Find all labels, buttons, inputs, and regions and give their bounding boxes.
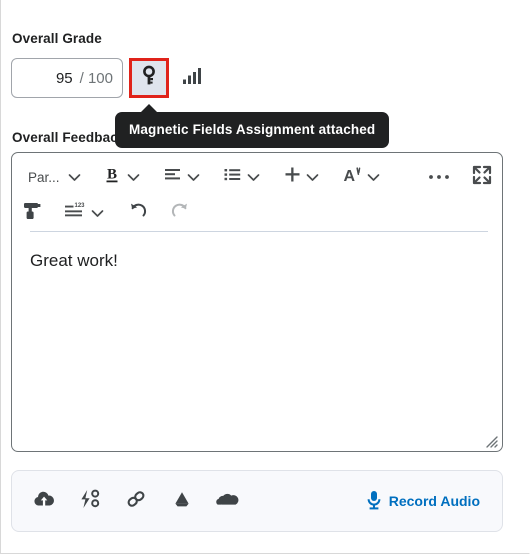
upload-file-button[interactable] [28, 485, 60, 517]
rubric-attachment-button[interactable] [129, 58, 169, 98]
overall-grade-row: 95 / 100 [11, 58, 209, 98]
chevron-down-icon [91, 209, 104, 218]
paragraph-format-dropdown[interactable]: Par... [18, 161, 87, 193]
format-painter-icon [22, 201, 42, 225]
overall-grade-feedback-panel: Overall Grade 95 / 100 Overall Feedback … [0, 0, 530, 554]
record-audio-button[interactable]: Record Audio [366, 490, 486, 513]
overall-grade-label: Overall Grade [12, 31, 102, 46]
bulleted-list-button[interactable] [220, 161, 266, 193]
attachment-icon-group [28, 485, 244, 517]
chevron-down-icon [306, 173, 319, 182]
tooltip-text: Magnetic Fields Assignment attached [129, 122, 376, 137]
redo-icon [170, 201, 190, 226]
chevron-down-icon [127, 173, 140, 182]
bold-icon: B [105, 165, 122, 189]
align-left-button[interactable] [160, 161, 206, 193]
quicklink-icon [79, 489, 101, 514]
undo-icon [128, 201, 148, 226]
chevron-down-icon [247, 173, 260, 182]
svg-text:B: B [107, 167, 117, 183]
fullscreen-button[interactable] [468, 161, 496, 193]
line-numbering-icon: 123 [64, 202, 86, 224]
grade-statistics-button[interactable] [175, 58, 209, 98]
toolbar-row-2: 123 [18, 195, 496, 231]
fullscreen-icon [472, 165, 492, 190]
grade-denominator: / 100 [79, 69, 113, 87]
editor-resize-handle[interactable] [484, 434, 498, 448]
insert-button[interactable] [280, 161, 325, 193]
chevron-down-icon [187, 173, 200, 182]
quicklink-button[interactable] [74, 485, 106, 517]
google-drive-icon [171, 489, 193, 514]
editor-toolbar: Par... B A 123 [12, 153, 502, 232]
grade-input[interactable]: 95 / 100 [11, 58, 123, 98]
overall-feedback-label: Overall Feedback [12, 130, 126, 145]
format-painter-button[interactable] [18, 197, 46, 229]
upload-file-icon [33, 490, 55, 513]
bold-button[interactable]: B [101, 161, 146, 193]
font-style-button[interactable]: A [339, 161, 386, 193]
onedrive-button[interactable] [212, 485, 244, 517]
bulleted-list-icon [224, 167, 242, 188]
microphone-icon [366, 490, 382, 513]
feedback-text-area[interactable]: Great work! [12, 237, 502, 451]
align-left-icon [164, 167, 182, 188]
feedback-editor: Par... B A 123 Great work! [11, 152, 503, 452]
svg-text:123: 123 [75, 203, 86, 209]
tooltip-arrow [140, 104, 158, 113]
more-options-button[interactable] [424, 161, 454, 193]
onedrive-icon [216, 490, 240, 513]
attachment-tooltip: Magnetic Fields Assignment attached [115, 104, 390, 148]
rubric-key-icon [139, 65, 159, 92]
insert-link-button[interactable] [120, 485, 152, 517]
grade-value: 95 [55, 69, 73, 87]
font-accent-icon: A [343, 166, 362, 189]
google-drive-button[interactable] [166, 485, 198, 517]
grade-statistics-icon [182, 67, 202, 90]
svg-text:A: A [343, 168, 355, 184]
link-icon [125, 489, 147, 514]
numbering-123-button[interactable]: 123 [60, 197, 110, 229]
paragraph-format-label: Par... [28, 169, 60, 185]
toolbar-divider [30, 231, 488, 232]
chevron-down-icon [367, 173, 380, 182]
redo-button[interactable] [166, 197, 194, 229]
undo-button[interactable] [124, 197, 152, 229]
ellipsis-icon [428, 168, 450, 186]
toolbar-row-1: Par... B A [18, 159, 496, 195]
chevron-down-icon [68, 173, 81, 182]
attachment-toolbar: Record Audio [11, 470, 503, 532]
plus-icon [284, 166, 301, 188]
record-audio-label: Record Audio [388, 493, 480, 509]
